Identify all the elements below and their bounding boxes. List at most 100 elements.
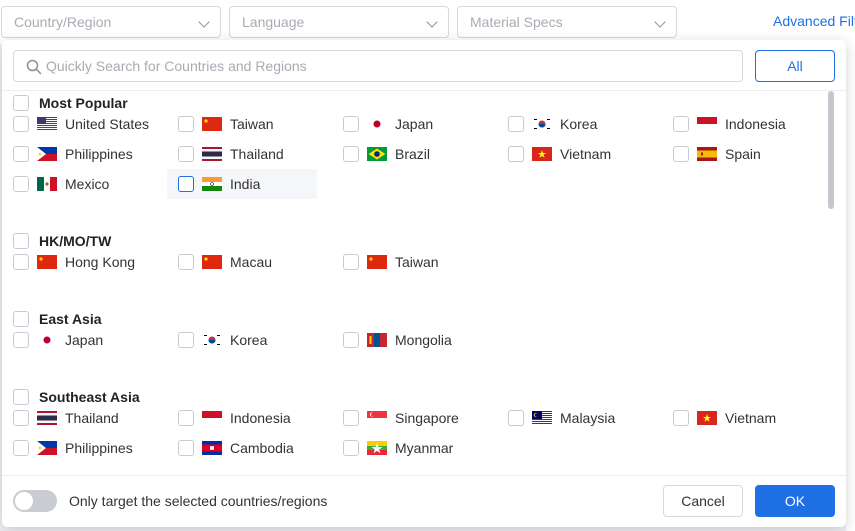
country-checkbox[interactable]	[13, 440, 29, 456]
country-label: Korea	[560, 116, 598, 132]
only-selected-toggle[interactable]	[13, 490, 57, 512]
country-checkbox[interactable]	[508, 116, 524, 132]
country-item[interactable]: Korea	[167, 325, 317, 355]
country-item[interactable]: Cambodia	[167, 433, 317, 463]
country-region-popup: All Most PopularUnited StatesTaiwanJapan…	[2, 40, 846, 527]
country-checkbox[interactable]	[343, 440, 359, 456]
country-checkbox[interactable]	[178, 332, 194, 348]
country-item[interactable]: Macau	[167, 247, 317, 277]
country-item[interactable]: Singapore	[332, 403, 482, 433]
country-label: Vietnam	[725, 410, 777, 426]
country-label: Thailand	[230, 146, 284, 162]
flag-red-star-icon	[202, 255, 222, 269]
country-checkbox[interactable]	[178, 440, 194, 456]
country-checkbox[interactable]	[343, 254, 359, 270]
country-checkbox[interactable]	[178, 410, 194, 426]
country-checkbox[interactable]	[13, 146, 29, 162]
country-item[interactable]: Thailand	[167, 139, 317, 169]
flag-mm-icon	[367, 441, 387, 455]
flag-jp-icon	[367, 117, 387, 131]
country-checkbox[interactable]	[508, 410, 524, 426]
country-checkbox[interactable]	[178, 254, 194, 270]
country-label: Singapore	[395, 410, 459, 426]
country-item[interactable]: Korea	[497, 109, 647, 139]
flag-kr-icon	[532, 117, 552, 131]
country-checkbox[interactable]	[343, 332, 359, 348]
country-item[interactable]: Japan	[2, 325, 152, 355]
country-item[interactable]: Philippines	[2, 139, 152, 169]
country-item[interactable]: Taiwan	[167, 109, 317, 139]
country-checkbox[interactable]	[673, 116, 689, 132]
flag-kr-icon	[202, 333, 222, 347]
filter-bar: Country/Region Language Material Specs A…	[0, 0, 855, 44]
country-item[interactable]: Vietnam	[662, 403, 812, 433]
country-item[interactable]: Mexico	[2, 169, 152, 199]
country-item[interactable]: Thailand	[2, 403, 152, 433]
language-select-label: Language	[242, 14, 305, 30]
country-item[interactable]: Myanmar	[332, 433, 482, 463]
material-specs-select[interactable]: Material Specs	[457, 6, 677, 38]
country-item[interactable]: Spain	[662, 139, 812, 169]
country-item[interactable]: Indonesia	[662, 109, 812, 139]
country-region-select[interactable]: Country/Region	[1, 6, 221, 38]
country-checkbox[interactable]	[673, 410, 689, 426]
country-item[interactable]: Brazil	[332, 139, 482, 169]
flag-vn-icon	[697, 411, 717, 425]
country-item[interactable]: United States	[2, 109, 152, 139]
country-label: Mongolia	[395, 332, 452, 348]
search-input[interactable]	[46, 52, 726, 80]
flag-kh-icon	[202, 441, 222, 455]
ok-button[interactable]: OK	[755, 485, 835, 517]
flag-th-icon	[202, 147, 222, 161]
flag-mx-icon	[37, 177, 57, 191]
country-label: Korea	[230, 332, 268, 348]
country-label: Hong Kong	[65, 254, 136, 270]
chevron-down-icon	[198, 16, 210, 28]
country-checkbox[interactable]	[508, 146, 524, 162]
country-item[interactable]: Mongolia	[332, 325, 482, 355]
all-button[interactable]: All	[755, 50, 835, 82]
country-checkbox[interactable]	[13, 116, 29, 132]
country-checkbox[interactable]	[13, 254, 29, 270]
flag-red-star-icon	[367, 255, 387, 269]
toggle-knob	[15, 492, 33, 510]
country-label: Japan	[395, 116, 434, 132]
country-item[interactable]: Philippines	[2, 433, 152, 463]
country-checkbox[interactable]	[343, 410, 359, 426]
country-label: Thailand	[65, 410, 119, 426]
country-label: Indonesia	[725, 116, 786, 132]
country-checkbox[interactable]	[343, 116, 359, 132]
country-checkbox[interactable]	[13, 332, 29, 348]
scrollbar-thumb[interactable]	[828, 91, 834, 209]
country-label: India	[230, 176, 261, 192]
country-checkbox[interactable]	[178, 146, 194, 162]
country-item[interactable]: Indonesia	[167, 403, 317, 433]
material-specs-select-label: Material Specs	[470, 14, 563, 30]
country-label: Macau	[230, 254, 273, 270]
search-icon	[26, 59, 42, 75]
country-label: Vietnam	[560, 146, 612, 162]
country-checkbox[interactable]	[178, 176, 194, 192]
country-item[interactable]: India	[167, 169, 317, 199]
scrollbar[interactable]	[828, 91, 836, 475]
flag-in-icon	[202, 177, 222, 191]
country-checkbox[interactable]	[178, 116, 194, 132]
country-item[interactable]: Taiwan	[332, 247, 482, 277]
flag-mn-icon	[367, 333, 387, 347]
advanced-filter-link[interactable]: Advanced Filt	[773, 13, 855, 29]
country-item[interactable]: Hong Kong	[2, 247, 152, 277]
country-checkbox[interactable]	[673, 146, 689, 162]
country-checkbox[interactable]	[13, 176, 29, 192]
country-label: Brazil	[395, 146, 431, 162]
country-item[interactable]: Vietnam	[497, 139, 647, 169]
cancel-button[interactable]: Cancel	[663, 485, 743, 517]
flag-ph-icon	[37, 147, 57, 161]
country-checkbox[interactable]	[343, 146, 359, 162]
language-select[interactable]: Language	[229, 6, 449, 38]
country-checkbox[interactable]	[13, 410, 29, 426]
country-item[interactable]: Malaysia	[497, 403, 647, 433]
flag-red-star-icon	[202, 117, 222, 131]
country-list[interactable]: Most Popular United States Taiwan Japan Kore…	[2, 91, 828, 475]
country-label: Indonesia	[230, 410, 291, 426]
country-item[interactable]: Japan	[332, 109, 482, 139]
